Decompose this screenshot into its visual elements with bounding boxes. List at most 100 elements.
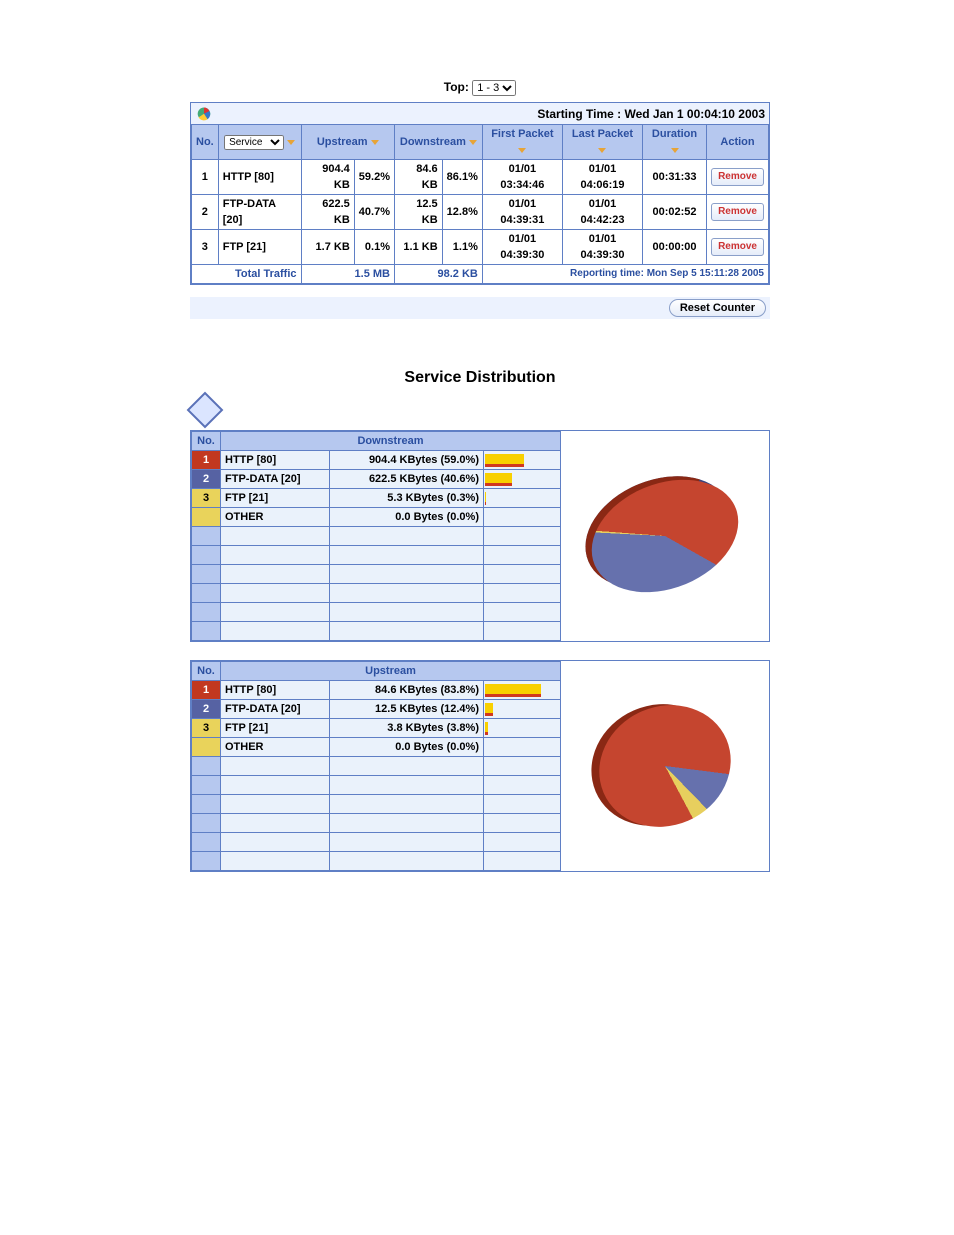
cell-no: 2 [192, 470, 221, 489]
downstream-panel: No. Downstream 1HTTP [80]904.4 KBytes (5… [190, 430, 770, 642]
table-row [192, 603, 561, 622]
col-downstream: Downstream [221, 432, 561, 451]
col-upstream: Upstream [221, 662, 561, 681]
table-row: 3FTP [21]3.8 KBytes (3.8%) [192, 719, 561, 738]
cell-service: FTP [21] [221, 719, 330, 738]
cell-duration: 00:31:33 [643, 160, 707, 195]
table-row: 2FTP-DATA [20]622.5 KBytes (40.6%) [192, 470, 561, 489]
cell-service: FTP [21] [218, 230, 301, 265]
cell-bar [484, 470, 561, 489]
col-duration[interactable]: Duration [643, 125, 707, 160]
cell-last-packet: 01/01 04:06:19 [562, 160, 642, 195]
cell-bar [484, 738, 561, 757]
cell-no: 1 [192, 160, 219, 195]
cell-service: HTTP [80] [221, 681, 330, 700]
starting-time: Starting Time : Wed Jan 1 00:04:10 2003 [537, 107, 765, 121]
cell-up-size: 622.5 KB [301, 195, 354, 230]
col-action: Action [707, 125, 769, 160]
sort-icon[interactable] [598, 148, 606, 153]
cell-no: 1 [192, 681, 221, 700]
col-downstream[interactable]: Downstream [394, 125, 482, 160]
col-no[interactable]: No. [192, 125, 219, 160]
cell-down-size: 84.6 KB [394, 160, 442, 195]
cell-service: OTHER [221, 738, 330, 757]
remove-button[interactable]: Remove [711, 168, 764, 186]
cell-bar [484, 700, 561, 719]
table-row [192, 852, 561, 871]
table-row: 3FTP [21]5.3 KBytes (0.3%) [192, 489, 561, 508]
top-selector-row: Top: 1 - 3 [190, 80, 770, 96]
table-row: 3FTP [21]1.7 KB0.1%1.1 KB1.1%01/01 04:39… [192, 230, 769, 265]
cell-service: OTHER [221, 508, 330, 527]
cell-service: HTTP [80] [218, 160, 301, 195]
col-service: Service [218, 125, 301, 160]
cell-value: 0.0 Bytes (0.0%) [330, 738, 484, 757]
cell-up-size: 1.7 KB [301, 230, 354, 265]
cell-first-packet: 01/01 04:39:31 [482, 195, 562, 230]
cell-value: 5.3 KBytes (0.3%) [330, 489, 484, 508]
cell-no: 2 [192, 700, 221, 719]
cell-no: 1 [192, 451, 221, 470]
cell-service: FTP-DATA [20] [218, 195, 301, 230]
cell-duration: 00:02:52 [643, 195, 707, 230]
service-select[interactable]: Service [224, 135, 284, 150]
remove-button[interactable]: Remove [711, 203, 764, 221]
cell-value: 84.6 KBytes (83.8%) [330, 681, 484, 700]
table-row [192, 795, 561, 814]
cell-value: 904.4 KBytes (59.0%) [330, 451, 484, 470]
cell-no: 2 [192, 195, 219, 230]
table-row: OTHER0.0 Bytes (0.0%) [192, 508, 561, 527]
cell-value: 3.8 KBytes (3.8%) [330, 719, 484, 738]
table-row [192, 833, 561, 852]
sort-icon[interactable] [287, 140, 295, 145]
table-row: 2FTP-DATA [20]622.5 KB40.7%12.5 KB12.8%0… [192, 195, 769, 230]
cell-up-pct: 59.2% [354, 160, 394, 195]
upstream-pie [561, 661, 769, 871]
sort-icon[interactable] [518, 148, 526, 153]
top-range-select[interactable]: 1 - 3 [472, 80, 516, 96]
cell-value: 12.5 KBytes (12.4%) [330, 700, 484, 719]
sort-icon[interactable] [671, 148, 679, 153]
cell-action: Remove [707, 230, 769, 265]
table-row [192, 757, 561, 776]
table-row [192, 776, 561, 795]
cell-service: FTP [21] [221, 489, 330, 508]
cell-last-packet: 01/01 04:39:30 [562, 230, 642, 265]
cell-no: 3 [192, 719, 221, 738]
reporting-time: Reporting time: Mon Sep 5 15:11:28 2005 [482, 265, 768, 284]
table-row [192, 546, 561, 565]
cell-last-packet: 01/01 04:42:23 [562, 195, 642, 230]
table-row [192, 814, 561, 833]
table-row [192, 527, 561, 546]
service-distribution-title: Service Distribution [190, 369, 770, 387]
traffic-table: No. Service Upstream Downstream First Pa… [191, 124, 769, 284]
total-upstream: 1.5 MB [301, 265, 394, 284]
upstream-panel: No. Upstream 1HTTP [80]84.6 KBytes (83.8… [190, 660, 770, 872]
reset-counter-button[interactable]: Reset Counter [669, 299, 766, 317]
table-row: 1HTTP [80]904.4 KBytes (59.0%) [192, 451, 561, 470]
cell-no: 3 [192, 489, 221, 508]
col-no: No. [192, 432, 221, 451]
cell-bar [484, 508, 561, 527]
cell-down-size: 12.5 KB [394, 195, 442, 230]
traffic-panel: Starting Time : Wed Jan 1 00:04:10 2003 … [190, 102, 770, 285]
cell-action: Remove [707, 160, 769, 195]
col-upstream[interactable]: Upstream [301, 125, 394, 160]
cell-up-pct: 40.7% [354, 195, 394, 230]
sort-icon[interactable] [371, 140, 379, 145]
cell-down-pct: 12.8% [442, 195, 482, 230]
cell-no: 3 [192, 230, 219, 265]
top-label: Top: [444, 80, 469, 94]
cell-service: HTTP [80] [221, 451, 330, 470]
cell-duration: 00:00:00 [643, 230, 707, 265]
remove-button[interactable]: Remove [711, 238, 764, 256]
cell-down-pct: 86.1% [442, 160, 482, 195]
table-row [192, 584, 561, 603]
col-last-packet[interactable]: Last Packet [562, 125, 642, 160]
cell-value: 0.0 Bytes (0.0%) [330, 508, 484, 527]
col-first-packet[interactable]: First Packet [482, 125, 562, 160]
downstream-table: No. Downstream 1HTTP [80]904.4 KBytes (5… [191, 431, 561, 641]
sort-icon[interactable] [469, 140, 477, 145]
cell-bar [484, 681, 561, 700]
cell-no [192, 738, 221, 757]
